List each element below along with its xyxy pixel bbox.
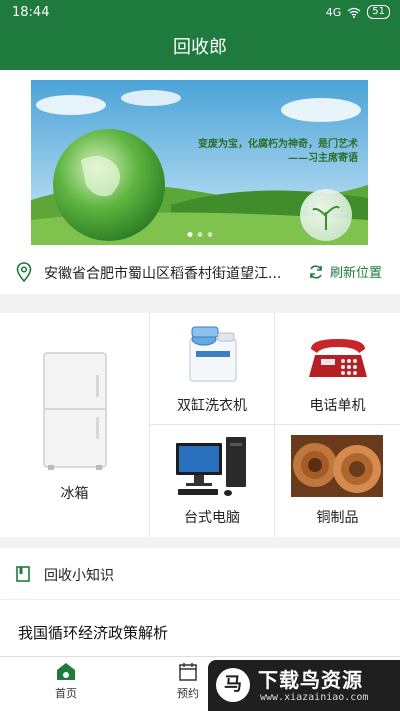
status-time: 18:44 [12,5,50,20]
copper-wire-icon [291,435,383,497]
app-bar: 回收郎 [0,26,400,70]
banner-caption: 变废为宝，化腐朽为神奇，是门艺术 ——习主席寄语 [198,138,358,166]
wifi-icon [347,7,361,18]
desktop-computer-icon [176,437,246,496]
calendar-icon [179,663,197,681]
category-label: 铜制品 [316,510,359,526]
banner-carousel[interactable]: 变废为宝，化腐朽为神奇，是门艺术 ——习主席寄语 [31,80,368,245]
page-title: 回收郎 [173,37,227,58]
article-item[interactable]: 我国循环经济政策解析 [0,600,400,656]
refresh-location-button[interactable]: 刷新位置 [308,262,382,281]
category-label: 冰箱 [60,486,89,502]
watermark: 马 下载鸟资源 www.xiazainiao.com [208,660,400,711]
watermark-url: www.xiazainiao.com [260,692,369,703]
carousel-dot[interactable] [187,232,192,237]
banner-caption-line2: ——习主席寄语 [288,153,358,164]
category-fridge[interactable]: 冰箱 [0,313,150,537]
carousel-dot[interactable] [207,232,212,237]
telephone-icon [309,339,367,377]
refresh-icon [310,264,322,279]
category-washing-machine[interactable]: 双缸洗衣机 [150,313,275,425]
washing-machine-icon [189,326,237,382]
watermark-logo: 马 [216,668,250,702]
category-copper[interactable]: 铜制品 [275,425,400,537]
refresh-location-label: 刷新位置 [330,266,383,281]
fridge-icon [43,352,107,470]
signal-indicator: 4G [325,5,342,19]
location-pin-icon [16,262,32,282]
banner-section: 变废为宝，化腐朽为神奇，是门艺术 ——习主席寄语 [0,70,400,250]
watermark-title: 下载鸟资源 [258,668,363,692]
location-address: 安徽省合肥市蜀山区稻香村街道望江... [44,266,282,282]
banner-caption-line1: 变废为宝，化腐朽为神奇，是门艺术 [198,139,358,150]
category-grid: 冰箱 双缸洗衣机 电话单机 台式电脑 铜制品 [0,313,400,537]
status-icons: 4G 51 [326,5,390,19]
category-label: 双缸洗衣机 [177,398,247,414]
tab-home-label: 首页 [55,687,77,700]
knowledge-title: 回收小知识 [44,568,114,584]
category-label: 台式电脑 [184,510,240,526]
knowledge-section-header[interactable]: 回收小知识 [0,548,400,600]
category-telephone[interactable]: 电话单机 [275,313,400,425]
article-title: 我国循环经济政策解析 [18,624,169,642]
tab-home[interactable]: 首页 [16,657,116,711]
carousel-dot[interactable] [197,232,202,237]
carousel-indicator [187,232,212,237]
battery-indicator: 51 [367,5,390,19]
home-icon [57,663,75,680]
category-label: 电话单机 [309,398,366,414]
location-bar: 安徽省合肥市蜀山区稻香村街道望江... 刷新位置 [0,250,400,294]
status-bar: 18:44 4G 51 [0,0,400,26]
category-desktop-computer[interactable]: 台式电脑 [150,425,275,537]
book-icon [16,566,30,582]
